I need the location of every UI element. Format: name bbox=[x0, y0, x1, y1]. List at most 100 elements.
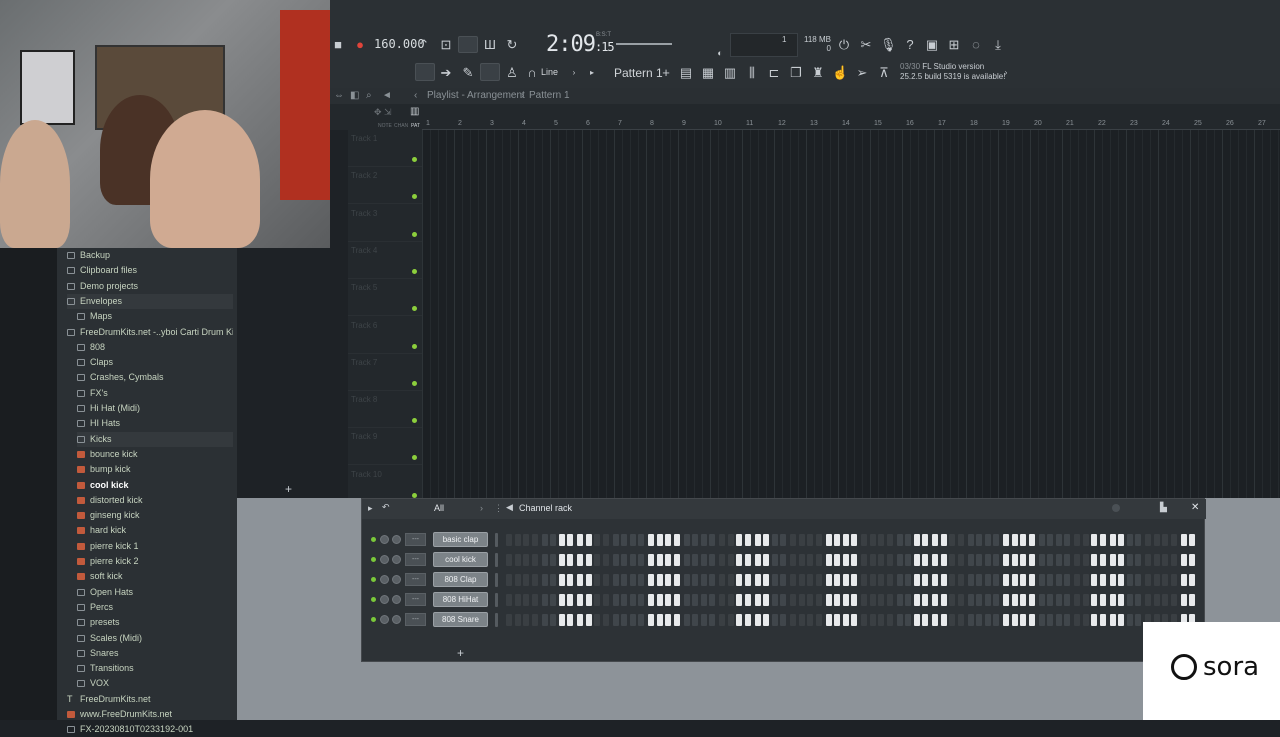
step-button[interactable] bbox=[577, 614, 583, 626]
step-button[interactable] bbox=[558, 594, 565, 606]
step-button[interactable] bbox=[1064, 614, 1070, 626]
step-button[interactable] bbox=[932, 534, 938, 546]
step-button[interactable] bbox=[683, 534, 690, 546]
step-button[interactable] bbox=[1047, 554, 1053, 566]
channel-select-indicator[interactable] bbox=[495, 613, 498, 627]
browser-file[interactable]: bump kick bbox=[77, 462, 233, 477]
step-button[interactable] bbox=[700, 574, 707, 586]
step-button[interactable] bbox=[692, 594, 698, 606]
step-button[interactable] bbox=[506, 594, 512, 606]
step-button[interactable] bbox=[842, 594, 849, 606]
step-button[interactable] bbox=[957, 614, 964, 626]
step-button[interactable] bbox=[815, 554, 822, 566]
step-button[interactable] bbox=[1099, 594, 1106, 606]
step-button[interactable] bbox=[656, 614, 663, 626]
mixer-icon[interactable]: ⫼ bbox=[744, 65, 760, 81]
step-button[interactable] bbox=[692, 554, 698, 566]
plugin-db-icon[interactable]: ♜ bbox=[810, 65, 826, 81]
step-button[interactable] bbox=[771, 594, 778, 606]
step-button[interactable] bbox=[913, 574, 920, 586]
step-button[interactable] bbox=[744, 594, 751, 606]
step-button[interactable] bbox=[744, 554, 751, 566]
snap-mode[interactable]: Line bbox=[541, 67, 558, 77]
step-button[interactable] bbox=[1082, 534, 1089, 546]
step-button[interactable] bbox=[790, 534, 796, 546]
step-button[interactable] bbox=[1038, 554, 1045, 566]
step-button[interactable] bbox=[754, 594, 761, 606]
step-button[interactable] bbox=[984, 574, 991, 586]
step-button[interactable] bbox=[754, 574, 761, 586]
help-icon[interactable]: ? bbox=[902, 37, 918, 53]
step-button[interactable] bbox=[1189, 534, 1195, 546]
step-button[interactable] bbox=[1162, 554, 1168, 566]
browser-file[interactable]: pierre kick 2 bbox=[77, 554, 233, 569]
step-button[interactable] bbox=[1135, 574, 1141, 586]
step-button[interactable] bbox=[744, 534, 751, 546]
step-button[interactable] bbox=[719, 614, 725, 626]
browser-file[interactable]: hard kick bbox=[77, 523, 233, 538]
step-button[interactable] bbox=[719, 594, 725, 606]
step-button[interactable] bbox=[807, 614, 813, 626]
piano-roll-icon[interactable]: ▦ bbox=[700, 65, 716, 81]
magnet-icon[interactable]: ∩ bbox=[524, 65, 540, 81]
step-button[interactable] bbox=[1162, 574, 1168, 586]
link-tool-toggle[interactable] bbox=[480, 63, 500, 81]
download-icon[interactable]: ⤓ bbox=[990, 37, 1006, 53]
channel-name-button[interactable]: cool kick bbox=[433, 552, 488, 567]
step-button[interactable] bbox=[1074, 554, 1080, 566]
step-button[interactable] bbox=[1135, 534, 1141, 546]
cut-icon[interactable]: ✂ bbox=[858, 37, 874, 53]
step-button[interactable] bbox=[1003, 554, 1009, 566]
browser-folder[interactable]: Kicks bbox=[77, 431, 233, 447]
track-mute-led[interactable] bbox=[412, 231, 417, 237]
step-button[interactable] bbox=[993, 534, 999, 546]
step-button[interactable] bbox=[798, 614, 805, 626]
step-button[interactable] bbox=[905, 614, 911, 626]
step-button[interactable] bbox=[967, 614, 974, 626]
step-button[interactable] bbox=[1003, 614, 1009, 626]
step-button[interactable] bbox=[815, 574, 822, 586]
timeline-ruler[interactable]: 1 2 3 4 5 6 7 8 9 10 11 12 13 14 15 16 17 18 19 20 21 22 23 24 2… bbox=[422, 118, 1280, 130]
step-button[interactable] bbox=[780, 594, 786, 606]
graph-icon[interactable]: ▙ bbox=[1160, 502, 1167, 513]
step-button[interactable] bbox=[976, 534, 982, 546]
pan-knob[interactable] bbox=[380, 575, 389, 584]
step-button[interactable] bbox=[1135, 594, 1141, 606]
step-button[interactable] bbox=[558, 574, 565, 586]
step-button[interactable] bbox=[913, 594, 920, 606]
step-button[interactable] bbox=[949, 614, 955, 626]
step-button[interactable] bbox=[1135, 554, 1141, 566]
channel-select-indicator[interactable] bbox=[495, 533, 498, 547]
step-button[interactable] bbox=[1055, 594, 1062, 606]
track-header[interactable]: Track 8 bbox=[348, 391, 422, 429]
step-button[interactable] bbox=[1109, 534, 1116, 546]
master-pitch-icon[interactable]: ◐ bbox=[712, 45, 728, 61]
channel-filter[interactable]: All bbox=[434, 503, 444, 513]
step-button[interactable] bbox=[709, 554, 715, 566]
step-button[interactable] bbox=[1047, 614, 1053, 626]
track-header[interactable]: Track 9 bbox=[348, 428, 422, 466]
track-header[interactable]: Track 2 bbox=[348, 167, 422, 205]
browser-folder[interactable]: Claps bbox=[77, 355, 233, 370]
piano-keys-icon[interactable]: ▥ bbox=[410, 106, 419, 117]
play-icon[interactable]: ▸ bbox=[368, 503, 373, 514]
step-button[interactable] bbox=[1064, 534, 1070, 546]
step-button[interactable] bbox=[602, 534, 609, 546]
add-channel-button[interactable]: + bbox=[457, 646, 464, 660]
step-button[interactable] bbox=[993, 614, 999, 626]
chevron-right-icon[interactable]: › bbox=[566, 65, 582, 81]
step-button[interactable] bbox=[1118, 594, 1124, 606]
step-button[interactable] bbox=[531, 534, 538, 546]
step-button[interactable] bbox=[1170, 554, 1177, 566]
step-button[interactable] bbox=[861, 594, 867, 606]
step-button[interactable] bbox=[1064, 554, 1070, 566]
tool-icons[interactable]: ✥ ⇲ bbox=[374, 107, 392, 118]
step-button[interactable] bbox=[1091, 614, 1097, 626]
step-button[interactable] bbox=[1028, 554, 1035, 566]
step-button[interactable] bbox=[1118, 614, 1124, 626]
step-button[interactable] bbox=[1055, 614, 1062, 626]
step-button[interactable] bbox=[1126, 574, 1133, 586]
playlist-track-scroller[interactable] bbox=[330, 130, 348, 498]
step-button[interactable] bbox=[1126, 534, 1133, 546]
browser-folder[interactable]: Percs bbox=[77, 600, 233, 615]
